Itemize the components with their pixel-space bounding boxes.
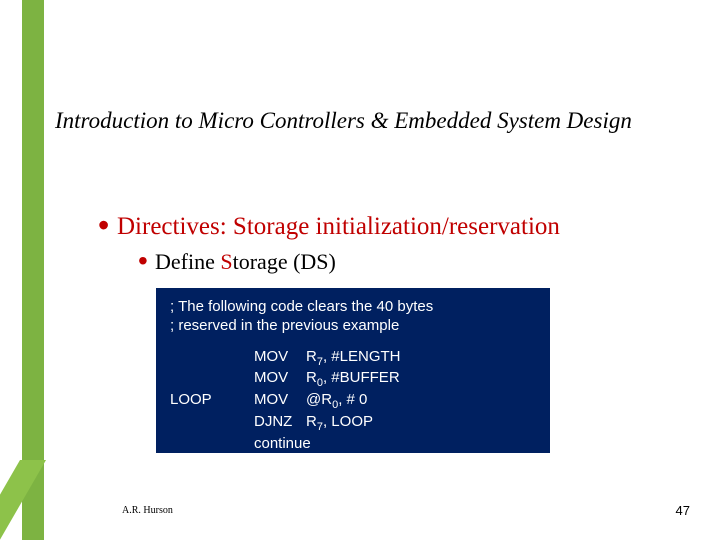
code-arg — [306, 435, 536, 454]
code-op: MOV — [254, 391, 306, 413]
code-block: ; The following code clears the 40 bytes… — [156, 288, 550, 453]
bullet-dot-2: • — [138, 245, 148, 277]
code-label — [170, 435, 254, 454]
slide-title: Introduction to Micro Controllers & Embe… — [55, 108, 632, 134]
code-op: DJNZ — [254, 413, 306, 435]
code-op: continue — [254, 435, 306, 454]
code-arg: R7, #LENGTH — [306, 348, 536, 370]
code-op: MOV — [254, 348, 306, 370]
code-arg: @R0, # 0 — [306, 391, 536, 413]
author-footer: A.R. Hurson — [122, 505, 173, 516]
bullet-text-1: Directives: Storage initialization/reser… — [117, 213, 560, 241]
bullet-text-2: Define Storage (DS) — [155, 249, 336, 275]
code-arg: R7, LOOP — [306, 413, 536, 435]
code-label — [170, 348, 254, 370]
side-green-bar — [22, 0, 44, 540]
code-label — [170, 413, 254, 435]
code-rows: MOV R7, #LENGTH MOV R0, #BUFFER LOOP MOV… — [170, 348, 536, 454]
code-label — [170, 369, 254, 391]
bullet-dot-1: • — [98, 207, 109, 244]
code-arg: R0, #BUFFER — [306, 369, 536, 391]
page-number: 47 — [676, 503, 690, 518]
code-label: LOOP — [170, 391, 254, 413]
code-op: MOV — [254, 369, 306, 391]
code-comment: ; The following code clears the 40 bytes… — [170, 298, 536, 336]
